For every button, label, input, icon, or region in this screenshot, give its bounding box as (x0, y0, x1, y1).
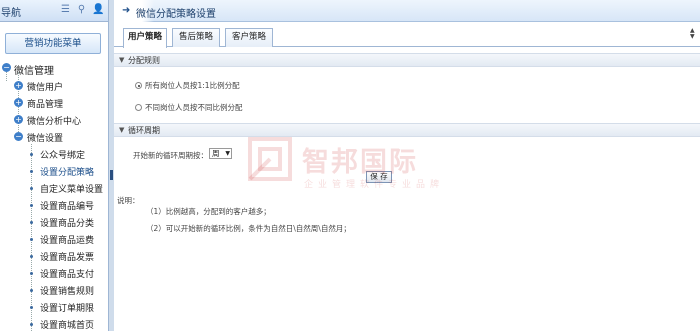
note-item: （1）比例越高，分配到的客户越多； (146, 207, 271, 216)
tab-bar: 用户策略 售后策略 客户策略 (114, 23, 700, 48)
scroll-arrows-icon[interactable]: ▲ ▼ (690, 28, 696, 40)
main-panel: ➜ 微信分配策略设置 用户策略 售后策略 客户策略 ▲ ▼ ▼ 分配规则 所有岗位… (114, 0, 700, 331)
page-header: ➜ 微信分配策略设置 (114, 0, 700, 22)
tree-item-order-deadline[interactable]: 设置订单期限 (40, 301, 94, 314)
tree-item-account-binding[interactable]: 公众号绑定 (40, 148, 85, 161)
tree-item-product-shipping[interactable]: 设置商品运费 (40, 233, 94, 246)
arrow-right-icon: ➜ (122, 5, 131, 16)
tree-item-allocation-strategy[interactable]: 设置分配策略 (40, 165, 94, 178)
caret-down-icon: ▼ (119, 56, 125, 64)
cycle-select-value: 周 (212, 149, 220, 158)
save-button[interactable]: 保 存 (366, 171, 392, 183)
radio-unselected[interactable] (135, 104, 142, 111)
tree-item-shop-home[interactable]: 设置商城首页 (40, 318, 94, 331)
tree-item-products[interactable]: 商品管理 (27, 97, 63, 110)
user-icon[interactable]: 👤 (92, 4, 104, 15)
list-icon[interactable]: ☰ (60, 4, 71, 15)
nav-title: 导航 (1, 8, 21, 19)
cycle-select[interactable]: 周 ▼ (209, 148, 232, 159)
tree-item-weixin-users[interactable]: 微信用户 (27, 80, 63, 93)
nav-header: 导航 ☰ ⚲ 👤 (0, 0, 108, 22)
tree-item-analysis[interactable]: 微信分析中心 (27, 114, 81, 127)
cycle-label: 开始新的循环周期按： (133, 151, 208, 160)
watermark: 智邦国际 企业管理软件专业品牌 (248, 137, 468, 197)
tree-item-settings[interactable]: 微信设置 (27, 131, 63, 144)
tool-icon[interactable]: ⚲ (76, 4, 87, 15)
tree-item-product-invoice[interactable]: 设置商品发票 (40, 250, 94, 263)
brand-logo-icon (248, 137, 292, 181)
cycle-section-header[interactable]: ▼ 循环周期 (114, 123, 700, 137)
collapse-handle-icon[interactable] (110, 170, 113, 180)
rule-option-equal-label: 所有岗位人员按1:1比例分配 (145, 81, 240, 90)
tab-user-strategy[interactable]: 用户策略 (123, 28, 167, 48)
rule-option-different-label: 不同岗位人员按不同比例分配 (145, 103, 243, 112)
expand-icon[interactable]: + (14, 81, 23, 90)
tree-item-weixin-manage[interactable]: 微信管理 (14, 62, 54, 77)
tree-item-sales-rules[interactable]: 设置销售规则 (40, 284, 94, 297)
rules-section-title: 分配规则 (128, 56, 160, 65)
radio-selected[interactable] (135, 82, 142, 89)
page-title: 微信分配策略设置 (136, 9, 216, 20)
expand-icon[interactable]: + (14, 98, 23, 107)
collapse-icon[interactable]: − (2, 63, 11, 72)
watermark-name: 智邦国际 (302, 147, 418, 178)
collapse-icon[interactable]: − (14, 132, 23, 141)
rule-option-equal[interactable]: 所有岗位人员按1:1比例分配 (135, 80, 240, 92)
tree-item-product-number[interactable]: 设置商品编号 (40, 199, 94, 212)
expand-icon[interactable]: + (14, 115, 23, 124)
cycle-section-title: 循环周期 (128, 126, 160, 135)
rules-section-header[interactable]: ▼ 分配规则 (114, 53, 700, 67)
notes-label: 说明： (117, 196, 140, 205)
caret-down-icon: ▼ (119, 126, 125, 134)
rule-option-different[interactable]: 不同岗位人员按不同比例分配 (135, 102, 243, 114)
tab-aftersale-strategy[interactable]: 售后策略 (172, 28, 220, 47)
chevron-down-icon: ▼ (225, 150, 230, 157)
tab-customer-strategy[interactable]: 客户策略 (225, 28, 273, 47)
left-navigation: 导航 ☰ ⚲ 👤 营销功能菜单 − 微信管理 + 微信用户 + 商品管理 + 微… (0, 0, 109, 331)
tree-item-product-category[interactable]: 设置商品分类 (40, 216, 94, 229)
note-item: （2）可以开始新的循环比例，条件为自然日\自然周\自然月； (146, 224, 351, 233)
marketing-menu-button[interactable]: 营销功能菜单 (5, 33, 101, 54)
tree-item-custom-menu[interactable]: 自定义菜单设置 (40, 182, 103, 195)
tree-item-product-payment[interactable]: 设置商品支付 (40, 267, 94, 280)
